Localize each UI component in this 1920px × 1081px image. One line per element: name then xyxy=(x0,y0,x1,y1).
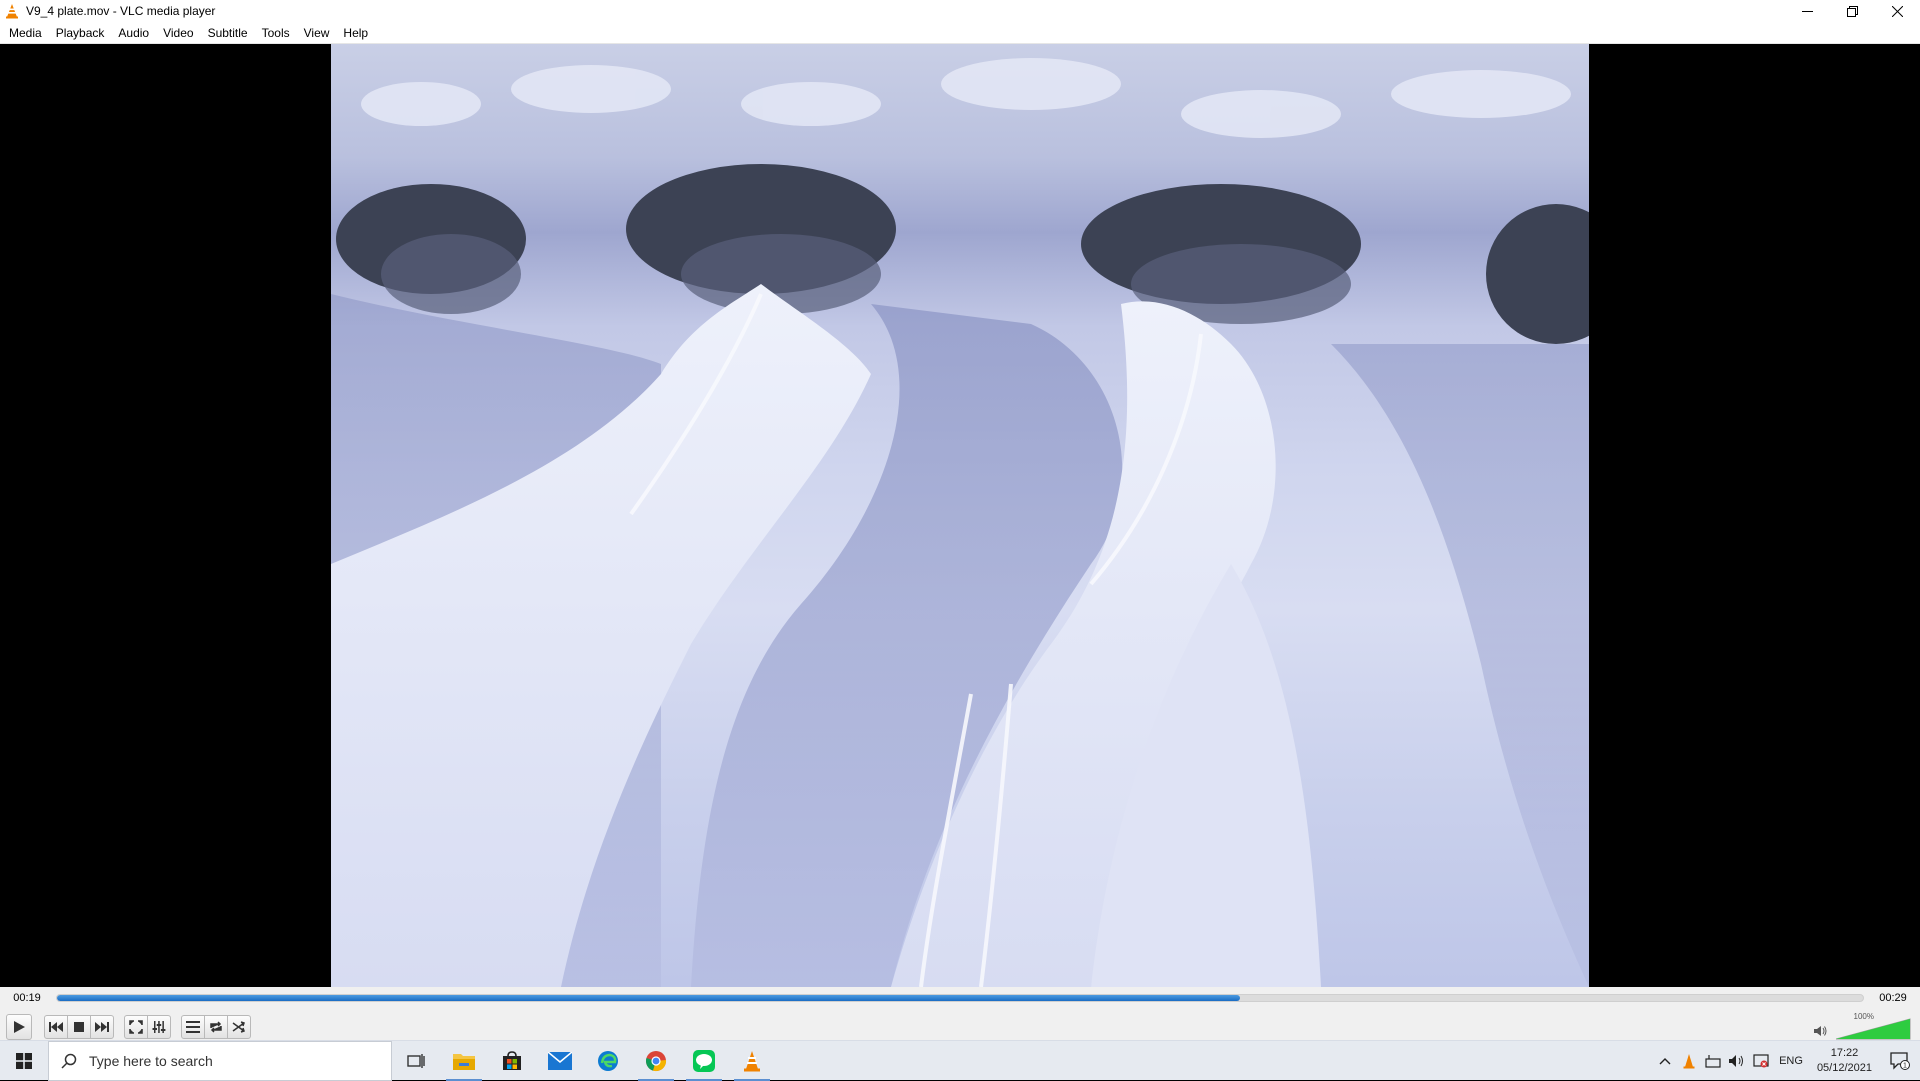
tray-vlc[interactable] xyxy=(1677,1041,1701,1081)
menu-playback[interactable]: Playback xyxy=(49,22,112,44)
fullscreen-icon xyxy=(129,1020,143,1034)
shuffle-button[interactable] xyxy=(227,1015,251,1039)
seek-slider[interactable] xyxy=(56,994,1864,1002)
menu-help[interactable]: Help xyxy=(336,22,375,44)
fullscreen-button[interactable] xyxy=(124,1015,148,1039)
show-hidden-icons-button[interactable] xyxy=(1653,1041,1677,1081)
extended-settings-button[interactable] xyxy=(147,1015,171,1039)
edge-icon xyxy=(598,1050,618,1071)
close-button[interactable] xyxy=(1875,0,1920,22)
elapsed-time[interactable]: 00:19 xyxy=(0,992,54,1004)
minimize-icon xyxy=(1802,10,1813,12)
vlc-tray-icon xyxy=(1683,1054,1695,1069)
volume-slider[interactable] xyxy=(1836,1017,1912,1041)
input-language[interactable]: ENG xyxy=(1773,1055,1809,1067)
speaker-tray-icon xyxy=(1729,1055,1744,1067)
menu-view[interactable]: View xyxy=(297,22,337,44)
seek-progress xyxy=(57,995,1240,1001)
vlc-taskbar-button[interactable] xyxy=(728,1041,776,1081)
loop-button[interactable] xyxy=(204,1015,228,1039)
title-bar: V9_4 plate.mov - VLC media player xyxy=(0,0,1920,22)
speaker-icon[interactable] xyxy=(1814,1025,1828,1037)
extended-settings-icon xyxy=(152,1021,166,1033)
notification-count: 1 xyxy=(1903,1063,1907,1070)
start-button[interactable] xyxy=(0,1041,48,1081)
snow-drifts-scene xyxy=(331,58,1589,987)
shuffle-icon xyxy=(232,1021,245,1033)
clock-time: 17:22 xyxy=(1830,1047,1859,1059)
menu-audio[interactable]: Audio xyxy=(111,22,156,44)
chrome-icon xyxy=(646,1050,667,1071)
notification-icon: 1 xyxy=(1890,1052,1910,1070)
menu-video[interactable]: Video xyxy=(156,22,200,44)
store-icon xyxy=(503,1050,521,1070)
window-title: V9_4 plate.mov - VLC media player xyxy=(26,4,216,18)
store-button[interactable] xyxy=(488,1041,536,1081)
tray-network[interactable] xyxy=(1701,1041,1725,1081)
next-button[interactable] xyxy=(90,1015,114,1039)
menu-subtitle[interactable]: Subtitle xyxy=(201,22,255,44)
mail-icon xyxy=(548,1051,572,1070)
total-time[interactable]: 00:29 xyxy=(1866,992,1920,1004)
seek-row: 00:19 00:29 xyxy=(0,987,1920,1009)
clock[interactable]: 17:22 05/12/2021 xyxy=(1809,1046,1880,1076)
action-center-button[interactable]: 1 xyxy=(1880,1041,1920,1081)
menu-bar: Media Playback Audio Video Subtitle Tool… xyxy=(0,22,1920,44)
previous-button[interactable] xyxy=(44,1015,68,1039)
video-area[interactable] xyxy=(0,44,1920,987)
stop-icon xyxy=(74,1022,84,1032)
chrome-button[interactable] xyxy=(632,1041,680,1081)
next-icon xyxy=(95,1022,109,1032)
volume-control[interactable]: 100% xyxy=(1814,1011,1914,1043)
security-alert-icon xyxy=(1753,1054,1769,1068)
menu-tools[interactable]: Tools xyxy=(255,22,297,44)
restore-icon xyxy=(1847,5,1858,17)
search-icon xyxy=(61,1053,77,1069)
restore-button[interactable] xyxy=(1830,0,1875,22)
vlc-icon xyxy=(744,1050,760,1071)
menu-media[interactable]: Media xyxy=(2,22,49,44)
playlist-button[interactable] xyxy=(181,1015,205,1039)
video-frame[interactable] xyxy=(331,44,1589,987)
taskbar-search[interactable]: Type here to search xyxy=(48,1040,392,1081)
tray-volume[interactable] xyxy=(1725,1041,1749,1081)
stop-button[interactable] xyxy=(67,1015,91,1039)
chevron-up-icon xyxy=(1659,1058,1671,1065)
tray-security[interactable] xyxy=(1749,1041,1773,1081)
system-tray: ENG 17:22 05/12/2021 1 xyxy=(1653,1041,1920,1081)
minimize-button[interactable] xyxy=(1785,0,1830,22)
play-button[interactable] xyxy=(6,1014,32,1040)
search-placeholder: Type here to search xyxy=(89,1052,213,1069)
close-icon xyxy=(1892,5,1903,17)
file-explorer-icon xyxy=(453,1053,475,1070)
line-app-button[interactable] xyxy=(680,1041,728,1081)
task-view-icon xyxy=(407,1053,425,1068)
task-view-button[interactable] xyxy=(392,1041,440,1081)
play-icon xyxy=(14,1021,25,1033)
network-icon xyxy=(1705,1055,1721,1068)
windows-logo-icon xyxy=(16,1052,32,1069)
edge-button[interactable] xyxy=(584,1041,632,1081)
taskbar: Type here to search ENG 17:22 05/12/2021… xyxy=(0,1040,1920,1081)
line-icon xyxy=(693,1049,715,1072)
file-explorer-button[interactable] xyxy=(440,1041,488,1081)
vlc-cone-icon xyxy=(6,4,18,19)
clock-date: 05/12/2021 xyxy=(1816,1062,1872,1074)
mail-button[interactable] xyxy=(536,1041,584,1081)
loop-icon xyxy=(210,1021,222,1033)
previous-icon xyxy=(49,1022,63,1032)
playlist-icon xyxy=(186,1021,200,1033)
